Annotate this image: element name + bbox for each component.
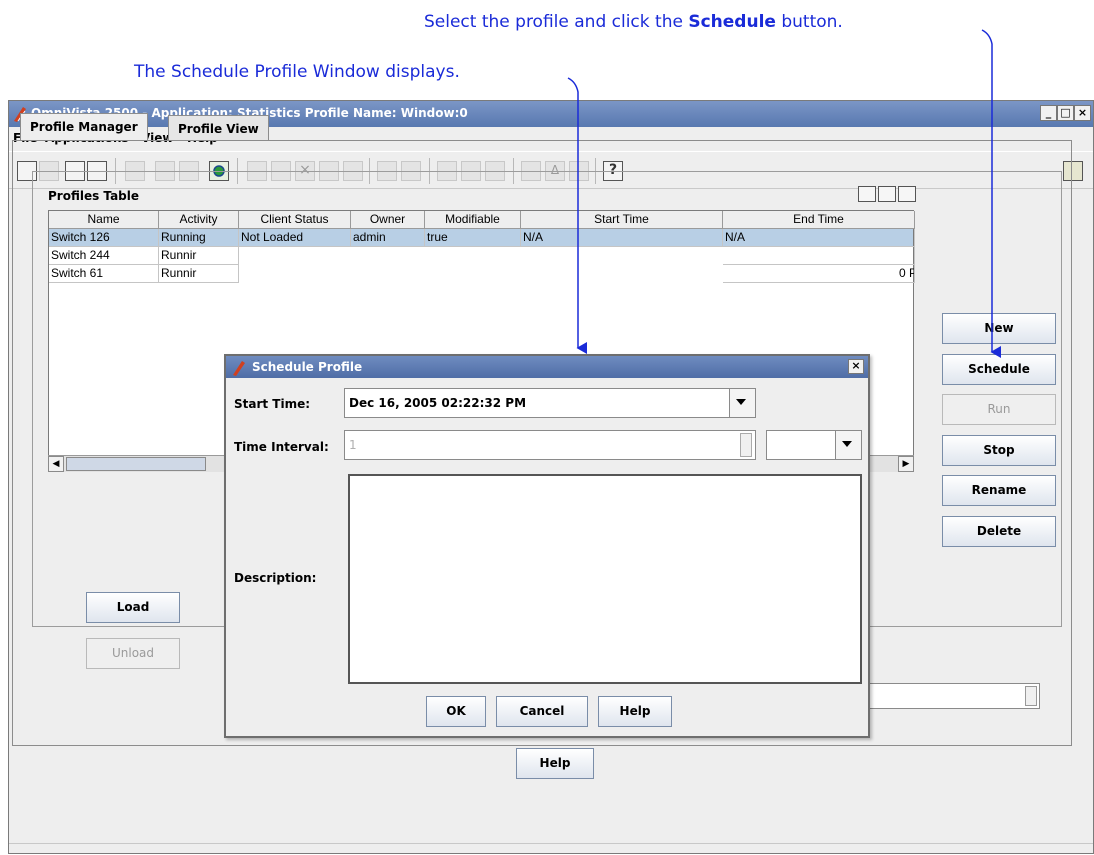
window-controls: _ □ ×: [1040, 105, 1091, 121]
status-text-field[interactable]: [866, 683, 1040, 709]
dialog-titlebar: Schedule Profile ×: [226, 356, 868, 378]
column-header-owner[interactable]: Owner: [351, 211, 425, 229]
table-view-icon[interactable]: [878, 186, 896, 202]
cancel-button[interactable]: Cancel: [496, 696, 588, 727]
ok-button[interactable]: OK: [426, 696, 486, 727]
start-time-value: Dec 16, 2005 02:22:32 PM: [349, 396, 527, 410]
tab-profile-view[interactable]: Profile View: [168, 115, 269, 141]
scroll-right-icon[interactable]: ▶: [898, 456, 914, 472]
column-header-client-status[interactable]: Client Status: [239, 211, 351, 229]
close-button[interactable]: ×: [1074, 105, 1091, 121]
column-header-name[interactable]: Name: [49, 211, 159, 229]
run-button[interactable]: Run: [942, 394, 1056, 425]
cell-end-time: N/A: [723, 229, 915, 247]
table-row[interactable]: Switch 61 Runnir 0 PM: [49, 265, 915, 283]
chevron-down-icon[interactable]: [729, 389, 755, 417]
description-label: Description:: [234, 571, 317, 585]
maximize-button[interactable]: □: [1057, 105, 1074, 121]
cell-end-time: 0 PM: [723, 265, 915, 283]
column-header-end-time[interactable]: End Time: [723, 211, 915, 229]
spinner-icon[interactable]: [740, 433, 752, 457]
cell-modifiable: true: [425, 229, 521, 247]
tab-profile-manager[interactable]: Profile Manager: [20, 113, 148, 141]
time-unit-combo[interactable]: [766, 430, 862, 460]
chevron-down-icon[interactable]: [835, 431, 861, 459]
dialog-help-button[interactable]: Help: [598, 696, 672, 727]
description-textarea[interactable]: [348, 474, 862, 684]
print-icon[interactable]: [858, 186, 876, 202]
table-row[interactable]: Switch 126 Running Not Loaded admin true…: [49, 229, 915, 247]
time-interval-label: Time Interval:: [234, 440, 329, 454]
cell-activity: Runnir: [159, 247, 239, 265]
app-logo-icon: [233, 361, 245, 376]
cell-client-status: Not Loaded: [239, 229, 351, 247]
delete-button[interactable]: Delete: [942, 516, 1056, 547]
time-interval-field[interactable]: 1: [344, 430, 756, 460]
help-button[interactable]: Help: [516, 748, 594, 779]
rename-button[interactable]: Rename: [942, 475, 1056, 506]
spinner-icon[interactable]: [1025, 686, 1037, 706]
cell-name: Switch 244: [49, 247, 159, 265]
cell-start-time: N/A: [521, 229, 723, 247]
load-button[interactable]: Load: [86, 592, 180, 623]
start-time-combo[interactable]: Dec 16, 2005 02:22:32 PM: [344, 388, 756, 418]
cell-name: Switch 126: [49, 229, 159, 247]
cell-activity: Running: [159, 229, 239, 247]
dialog-title: Schedule Profile: [252, 360, 363, 374]
time-interval-value: 1: [349, 438, 357, 452]
schedule-profile-dialog: Schedule Profile × Start Time: Dec 16, 2…: [224, 354, 870, 738]
profiles-table-caption: Profiles Table: [48, 189, 140, 203]
cell-owner: admin: [351, 229, 425, 247]
schedule-button[interactable]: Schedule: [942, 354, 1056, 385]
status-bar: [9, 843, 1093, 855]
column-header-modifiable[interactable]: Modifiable: [425, 211, 521, 229]
stop-button[interactable]: Stop: [942, 435, 1056, 466]
table-row[interactable]: Switch 244 Runnir: [49, 247, 915, 265]
minimize-button[interactable]: _: [1040, 105, 1057, 121]
dialog-close-button[interactable]: ×: [848, 359, 864, 374]
cell-name: Switch 61: [49, 265, 159, 283]
scroll-left-icon[interactable]: ◀: [48, 456, 64, 472]
column-header-start-time[interactable]: Start Time: [521, 211, 723, 229]
cell-activity: Runnir: [159, 265, 239, 283]
new-button[interactable]: New: [942, 313, 1056, 344]
column-select-icon[interactable]: [898, 186, 916, 202]
column-header-activity[interactable]: Activity: [159, 211, 239, 229]
cell-end-time: [723, 247, 915, 265]
instruction-select-profile: Select the profile and click the Schedul…: [424, 12, 843, 32]
start-time-label: Start Time:: [234, 397, 311, 411]
scrollbar-thumb[interactable]: [66, 457, 206, 471]
instruction-schedule-window: The Schedule Profile Window displays.: [134, 62, 460, 82]
unload-button[interactable]: Unload: [86, 638, 180, 669]
